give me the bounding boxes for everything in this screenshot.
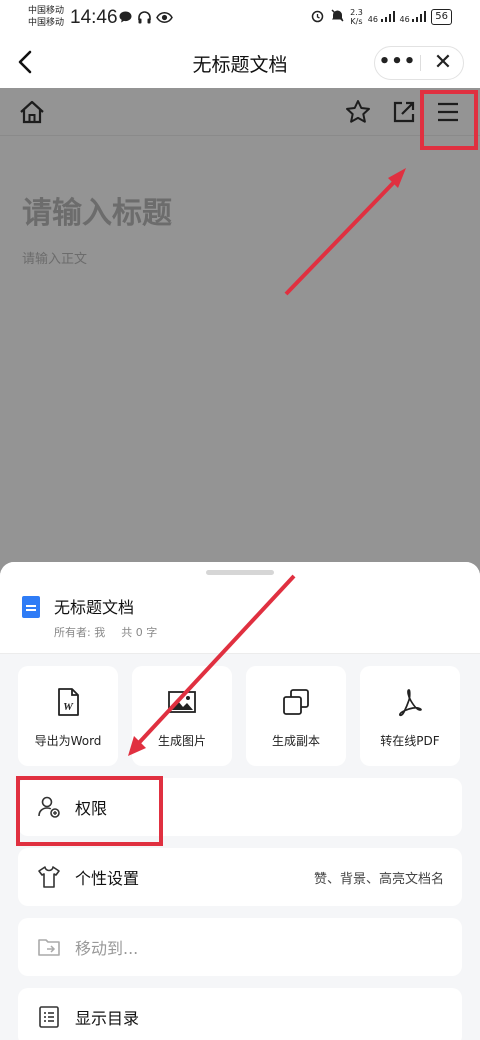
shirt-icon: [36, 864, 62, 890]
word-count-label: 共 0 字: [121, 626, 158, 639]
mute-icon: [330, 8, 345, 26]
tile-label: 转在线PDF: [380, 734, 440, 748]
menu-item-label: 移动到...: [75, 939, 139, 958]
tile-label: 导出为Word: [34, 734, 102, 748]
document-icon: [22, 596, 40, 618]
notification-icons: [118, 10, 173, 29]
menu-item-move-to[interactable]: 移动到...: [18, 918, 462, 976]
sheet-doc-meta: 所有者: 我 共 0 字: [54, 624, 157, 640]
carrier-1: 中国移动: [28, 6, 65, 16]
signal-bars-icon: [380, 10, 395, 22]
tile-label: 生成副本: [271, 734, 320, 748]
carrier-2: 中国移动: [28, 18, 65, 28]
sheet-header: 无标题文档 所有者: 我 共 0 字: [0, 562, 480, 654]
make-copy-button[interactable]: 生成副本: [246, 666, 346, 766]
close-button[interactable]: ✕: [421, 47, 465, 79]
system-status-icons: 2.3 K/s 46 46 56: [310, 8, 452, 26]
folder-move-icon: [36, 934, 62, 960]
network-speed: 2.3 K/s: [350, 8, 363, 26]
highlight-box-permissions: [16, 776, 163, 846]
headphones-icon: [137, 10, 152, 29]
highlight-box-menu: [420, 90, 478, 150]
more-button[interactable]: •••: [375, 47, 420, 79]
signal-2: 46: [399, 10, 427, 24]
menu-item-label: 显示目录: [75, 1009, 140, 1028]
svg-text:W: W: [63, 701, 74, 713]
signal-bars-icon: [412, 10, 427, 22]
action-tiles: W 导出为Word 生成图片 生成副本 转在线PDF: [18, 666, 460, 766]
signal-1-label: 46: [367, 14, 378, 24]
export-word-button[interactable]: W 导出为Word: [18, 666, 118, 766]
pdf-icon: [394, 686, 426, 718]
title-bar: 无标题文档 ••• ✕: [0, 36, 480, 88]
net-speed-unit: K/s: [350, 17, 363, 26]
mini-program-capsule: ••• ✕: [374, 46, 464, 80]
sheet-drag-handle[interactable]: [206, 570, 274, 575]
carrier-names: 中国移动 中国移动: [28, 5, 64, 29]
net-speed-value: 2.3: [350, 8, 363, 17]
convert-pdf-button[interactable]: 转在线PDF: [360, 666, 460, 766]
menu-item-hint: 赞、背景、高亮文档名: [313, 872, 444, 887]
sheet-doc-name: 无标题文档: [54, 598, 135, 617]
tile-label: 生成图片: [157, 734, 206, 748]
signal-1: 46: [367, 10, 395, 24]
status-bar: 中国移动 中国移动 14:46 2.3 K/s 46 46 56: [0, 0, 480, 36]
signal-2-label: 46: [399, 14, 410, 24]
message-icon: [118, 10, 133, 29]
alarm-icon: [310, 8, 325, 26]
word-doc-icon: W: [52, 686, 84, 718]
battery-icon: 56: [431, 9, 452, 25]
menu-item-show-toc[interactable]: 显示目录: [18, 988, 462, 1040]
toc-icon: [36, 1004, 62, 1030]
owner-label: 所有者: 我: [54, 626, 106, 639]
generate-image-button[interactable]: 生成图片: [132, 666, 232, 766]
menu-item-label: 个性设置: [75, 869, 140, 888]
eye-icon: [156, 10, 173, 29]
image-icon: [166, 686, 198, 718]
menu-item-personalize[interactable]: 个性设置 赞、背景、高亮文档名: [18, 848, 462, 906]
copy-icon: [280, 686, 312, 718]
clock: 14:46: [70, 7, 118, 28]
